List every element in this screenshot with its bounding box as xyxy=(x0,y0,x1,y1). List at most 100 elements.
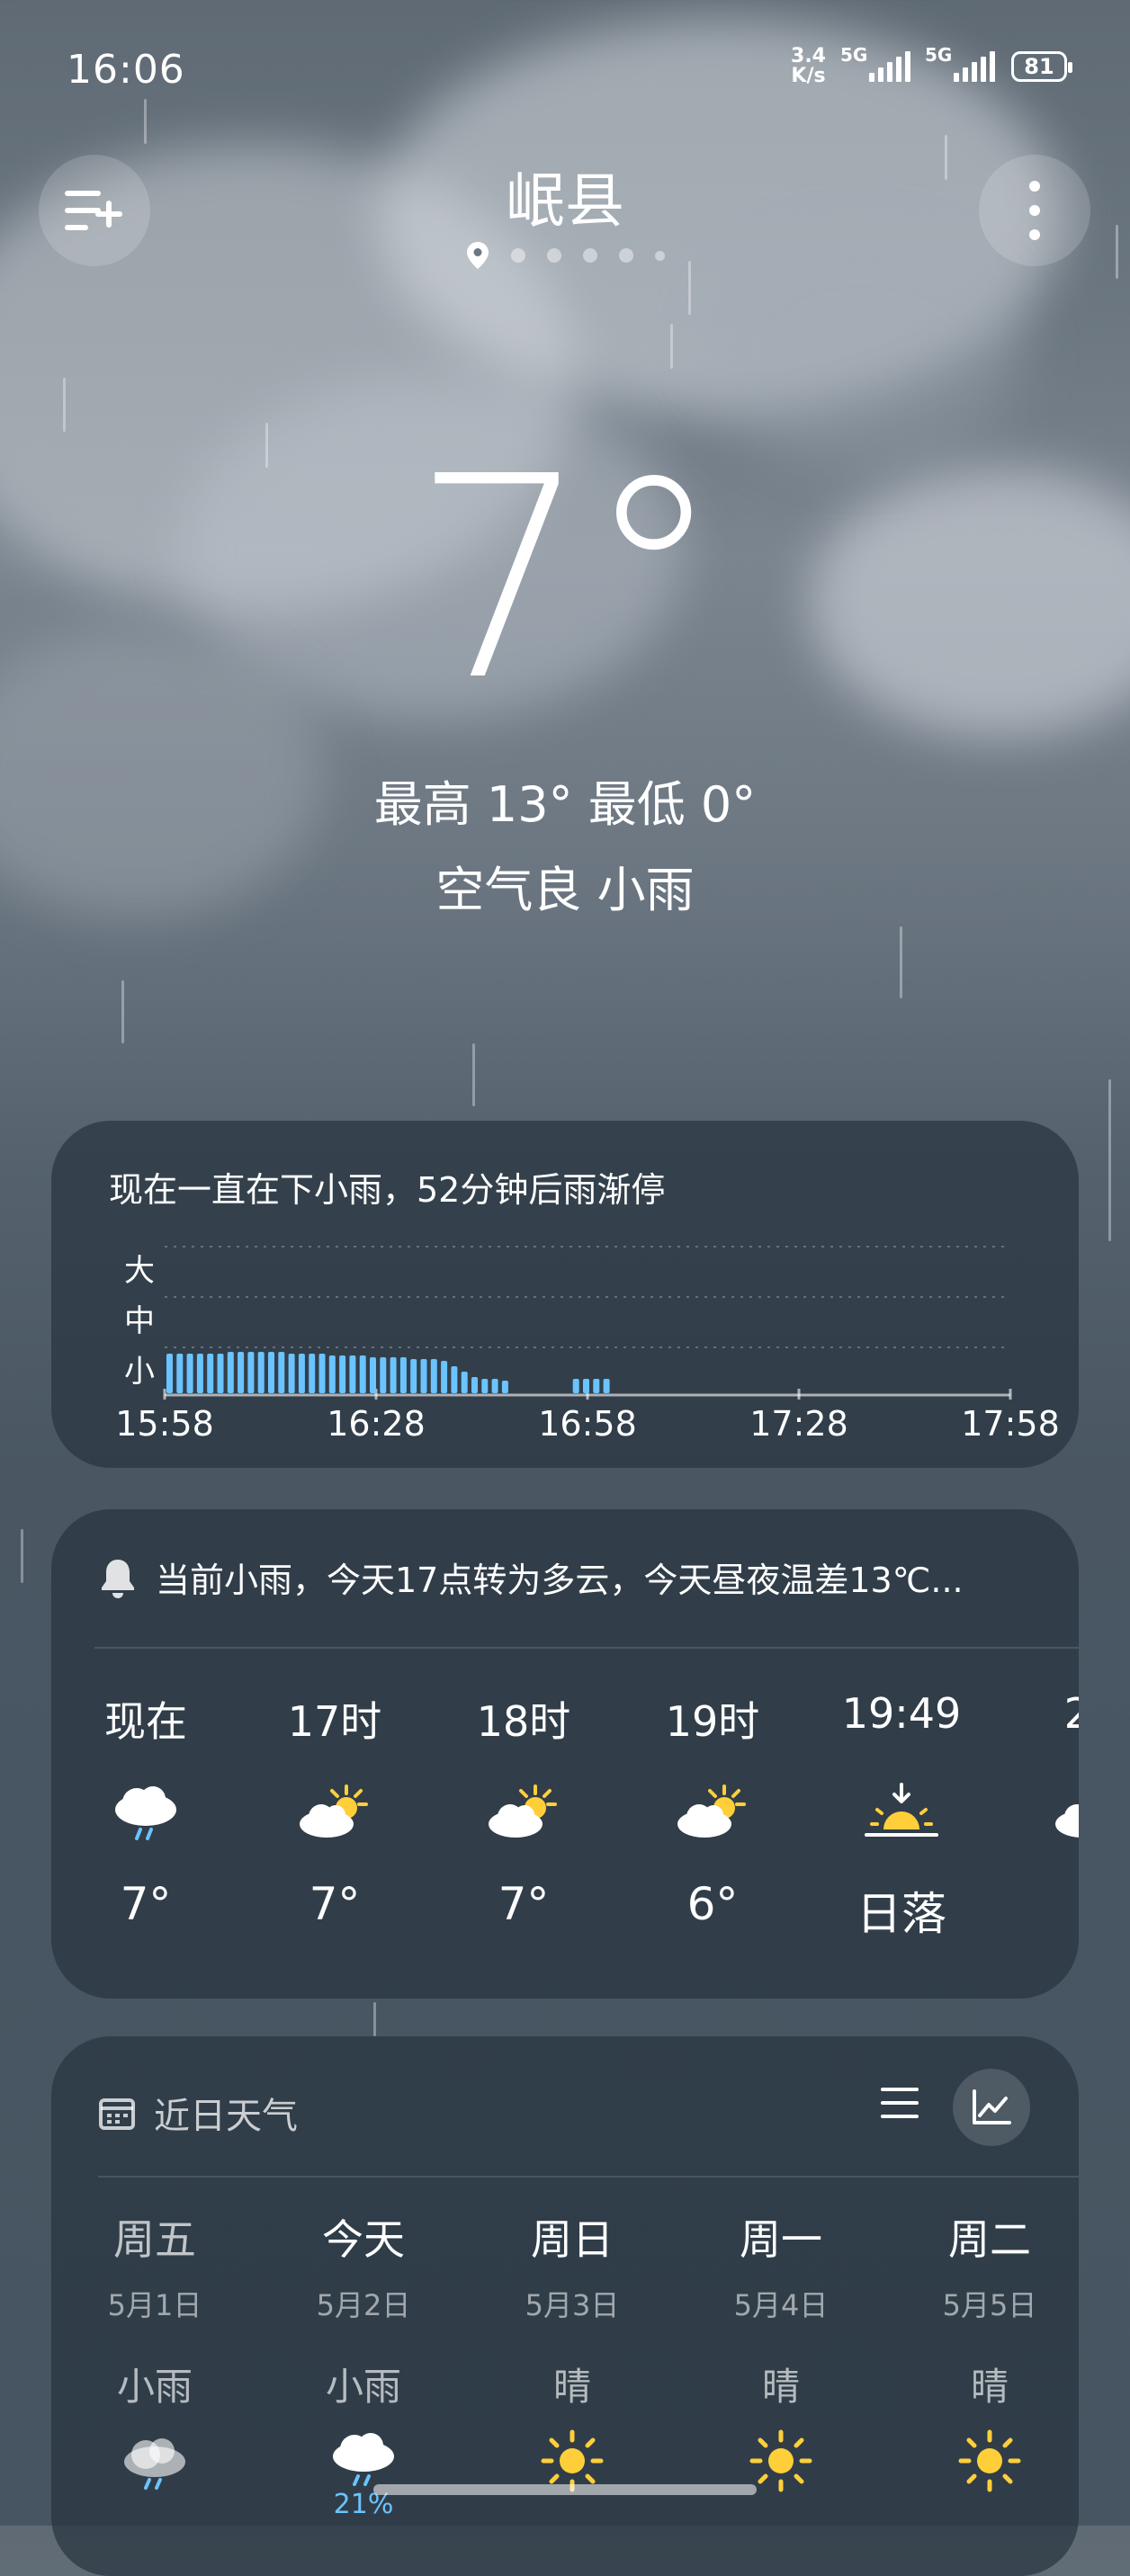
page-dot xyxy=(654,250,665,261)
day-date: 5月5日 xyxy=(942,2288,1037,2322)
precip-bar xyxy=(471,1377,478,1393)
home-indicator[interactable] xyxy=(373,2484,757,2495)
precip-bar xyxy=(359,1355,366,1393)
day-name: 周五 xyxy=(113,2215,196,2264)
line-chart-icon xyxy=(973,2089,1011,2124)
day-item[interactable]: 今天 5月2日 小雨 21% xyxy=(258,2207,469,2520)
day-item[interactable]: 周一 5月4日 晴 xyxy=(676,2207,886,2520)
daily-list[interactable]: 周五 5月1日 小雨 今天 5月2日 小雨 21% 周日 5月3日 晴 周一 5… xyxy=(51,2207,1079,2520)
level-label: 中 xyxy=(124,1303,155,1339)
precip-bar xyxy=(227,1352,234,1393)
page-indicator[interactable] xyxy=(0,241,1130,270)
status-indicators: 3.4 K/s 5G 5G 81 xyxy=(791,44,1072,86)
more-options-button[interactable] xyxy=(979,155,1090,266)
hour-item: 20 6 xyxy=(996,1689,1079,1943)
battery-icon: 81 xyxy=(1011,51,1072,82)
sun-icon xyxy=(884,2420,1079,2501)
precip-bar xyxy=(318,1354,326,1393)
precip-bar xyxy=(491,1379,498,1393)
list-icon xyxy=(881,2088,919,2118)
precip-bar xyxy=(257,1352,265,1393)
hour-item: 19时 6° xyxy=(618,1689,807,1943)
hourly-list[interactable]: 现在 7° 17时 7° 18时 7° 19时 6° 19:49 日落 2 xyxy=(51,1689,1079,1943)
day-date: 5月3日 xyxy=(525,2288,620,2322)
chart-view-button[interactable] xyxy=(953,2069,1030,2146)
day-date: 5月4日 xyxy=(733,2288,829,2322)
day-item[interactable]: 周日 5月3日 晴 xyxy=(467,2207,677,2520)
page-dot xyxy=(510,248,525,263)
page-dot xyxy=(546,248,561,263)
precip-bar xyxy=(196,1354,203,1393)
day-weather: 小雨 xyxy=(325,2365,401,2409)
divider xyxy=(98,2176,1079,2178)
precip-bar xyxy=(278,1352,285,1393)
hour-label: 20 xyxy=(1063,1689,1079,1738)
time-label: 16:58 xyxy=(538,1404,637,1444)
precip-bar xyxy=(268,1352,274,1393)
day-weather: 晴 xyxy=(761,2365,800,2409)
location-pin-icon xyxy=(466,242,489,269)
network-speed-value: 3.4 xyxy=(791,45,826,67)
signal-sim1-icon: 5G xyxy=(840,44,910,82)
sunset-icon xyxy=(807,1765,996,1864)
precip-bar xyxy=(583,1379,589,1393)
hour-label: 18时 xyxy=(476,1697,571,1746)
weather-alert[interactable]: 当前小雨，今天17点转为多云，今天昼夜温差13℃... xyxy=(98,1552,964,1602)
precipitation-bars xyxy=(166,1352,610,1393)
hour-temperature: 7° xyxy=(309,1878,361,1930)
precip-bar xyxy=(441,1361,448,1393)
day-item[interactable]: 周二 5月5日 晴 xyxy=(884,2207,1079,2520)
hourly-forecast-card[interactable]: 当前小雨，今天17点转为多云，今天昼夜温差13℃... 现在 7° 17时 7°… xyxy=(51,1509,1079,1999)
precipitation-card[interactable]: 现在一直在下小雨，52分钟后雨渐停 大 中 小 15:58 16:28 16:5… xyxy=(51,1121,1079,1468)
time-label: 17:28 xyxy=(749,1404,848,1444)
network-speed: 3.4 K/s xyxy=(791,47,826,86)
daily-header: 近日天气 xyxy=(98,2087,298,2139)
day-name: 周一 xyxy=(740,2215,822,2264)
hour-item: 19:49 日落 xyxy=(807,1689,996,1943)
signal-sim2-icon: 5G xyxy=(925,44,995,82)
partly-cloudy-icon xyxy=(240,1765,429,1864)
day-name: 周二 xyxy=(948,2215,1031,2264)
precip-bar xyxy=(380,1357,387,1393)
precip-bar xyxy=(176,1354,184,1393)
calendar-icon xyxy=(99,2098,135,2130)
hour-label: 19:49 xyxy=(841,1689,962,1738)
page-dot xyxy=(618,248,633,263)
day-date: 5月1日 xyxy=(107,2288,202,2322)
precip-bar xyxy=(481,1379,489,1393)
precip-bar xyxy=(420,1359,427,1393)
daily-forecast-card[interactable]: 近日天气 周五 5月1日 小雨 今天 5月2日 小雨 21% 周日 5月3日 晴… xyxy=(51,2036,1079,2576)
precip-bar xyxy=(593,1379,600,1393)
hour-item: 18时 7° xyxy=(429,1689,618,1943)
precipitation-level-labels: 大 中 小 xyxy=(124,1253,155,1390)
precip-bar xyxy=(501,1381,508,1393)
hour-label: 17时 xyxy=(287,1697,382,1746)
precip-bar xyxy=(166,1354,173,1393)
precip-bar xyxy=(288,1354,295,1393)
precip-bar xyxy=(451,1366,458,1393)
hour-temperature: 7° xyxy=(120,1878,172,1930)
precip-bar xyxy=(572,1379,579,1393)
precip-bar xyxy=(328,1355,336,1393)
page-dot xyxy=(582,248,597,263)
hour-label: 19时 xyxy=(665,1697,760,1746)
hour-temperature: 6° xyxy=(686,1878,739,1930)
daily-title: 近日天气 xyxy=(154,2096,298,2137)
day-name: 周日 xyxy=(531,2215,614,2264)
level-label: 大 xyxy=(124,1253,155,1289)
partly-cloudy-icon xyxy=(996,1765,1079,1864)
precip-bar xyxy=(410,1359,417,1393)
sim2-network-type: 5G xyxy=(925,44,953,66)
sim1-network-type: 5G xyxy=(840,44,868,66)
hour-temperature: 7° xyxy=(498,1878,550,1930)
alert-text: 当前小雨，今天17点转为多云，今天昼夜温差13℃... xyxy=(156,1561,964,1600)
day-item[interactable]: 周五 5月1日 小雨 xyxy=(51,2207,260,2520)
precip-bar xyxy=(430,1359,437,1393)
day-name: 今天 xyxy=(322,2215,405,2264)
high-low-temperature: 最高 13° 最低 0° xyxy=(373,776,757,833)
list-view-button[interactable] xyxy=(879,2085,938,2130)
hour-item: 现在 7° xyxy=(51,1689,240,1943)
hour-item: 17时 7° xyxy=(240,1689,429,1943)
more-vertical-icon xyxy=(1029,181,1040,240)
network-speed-unit: K/s xyxy=(791,65,826,87)
